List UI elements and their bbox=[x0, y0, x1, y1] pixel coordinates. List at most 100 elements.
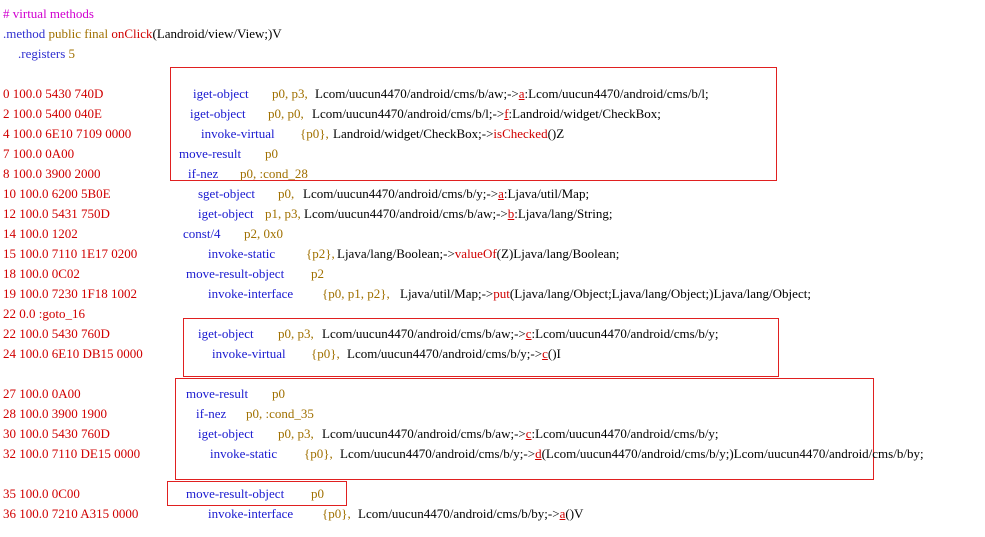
owner-type: Lcom/uucun4470/android/cms/b/y;-> bbox=[340, 446, 536, 461]
instruction-address: 35 100.0 0C00 bbox=[3, 486, 80, 501]
member-descriptor: :Landroid/widget/CheckBox; bbox=[508, 106, 661, 121]
registers-declaration: .registers 5 bbox=[18, 46, 75, 62]
method-declaration: .method public final onClick(Landroid/vi… bbox=[3, 26, 282, 42]
member-descriptor: (Z)Ljava/lang/Boolean; bbox=[496, 246, 620, 261]
member-descriptor: ()V bbox=[565, 506, 584, 521]
member-name: put bbox=[493, 286, 510, 301]
member-descriptor: (Ljava/lang/Object;Ljava/lang/Object;)Lj… bbox=[509, 286, 811, 301]
member-descriptor: ()I bbox=[547, 346, 561, 361]
instruction-address: 12 100.0 5431 750D bbox=[3, 206, 110, 221]
operand-registers: {p0, p1, p2}, bbox=[322, 286, 390, 301]
owner-type: Ljava/util/Map;-> bbox=[400, 286, 494, 301]
owner-type: Lcom/uucun4470/android/cms/b/y;-> bbox=[347, 346, 543, 361]
instruction-address: 4 100.0 6E10 7109 0000 bbox=[3, 126, 132, 141]
operand-registers: p0 bbox=[265, 146, 278, 161]
opcode: iget-object bbox=[198, 206, 254, 221]
method-name: onClick bbox=[111, 26, 153, 41]
owner-type: Lcom/uucun4470/android/cms/b/aw;-> bbox=[315, 86, 519, 101]
instruction-address: 36 100.0 7210 A315 0000 bbox=[3, 506, 139, 521]
instruction-address: 32 100.0 7110 DE15 0000 bbox=[3, 446, 141, 461]
member-descriptor: :Ljava/util/Map; bbox=[503, 186, 590, 201]
operand-registers: p0, p3, bbox=[278, 426, 314, 441]
instruction-address: 7 100.0 0A00 bbox=[3, 146, 75, 161]
instruction-address: 24 100.0 6E10 DB15 0000 bbox=[3, 346, 143, 361]
member-reference: Ljava/lang/Boolean;->valueOf(Z)Ljava/lan… bbox=[337, 246, 619, 262]
instruction-address: 2 100.0 5400 040E bbox=[3, 106, 102, 121]
operand-registers: p1, p3, bbox=[265, 206, 301, 221]
operand-registers: {p0}, bbox=[322, 506, 351, 521]
operand-registers: p0, p3, bbox=[272, 86, 308, 101]
owner-type: Lcom/uucun4470/android/cms/b/l;-> bbox=[312, 106, 505, 121]
member-reference: Lcom/uucun4470/android/cms/b/aw;->a:Lcom… bbox=[315, 86, 709, 102]
opcode: invoke-interface bbox=[208, 506, 294, 521]
opcode: invoke-interface bbox=[208, 286, 294, 301]
opcode: sget-object bbox=[198, 186, 256, 201]
member-reference: Lcom/uucun4470/android/cms/b/by;->a()V bbox=[358, 506, 583, 522]
member-reference: Lcom/uucun4470/android/cms/b/y;->c()I bbox=[347, 346, 561, 362]
section-comment: # virtual methods bbox=[3, 6, 94, 22]
instruction-address: 8 100.0 3900 2000 bbox=[3, 166, 101, 181]
member-reference: Ljava/util/Map;->put(Ljava/lang/Object;L… bbox=[400, 286, 811, 302]
instruction-address: 22 0.0 :goto_16 bbox=[3, 306, 85, 321]
instruction-address: 27 100.0 0A00 bbox=[3, 386, 81, 401]
opcode: invoke-static bbox=[208, 246, 276, 261]
owner-type: Lcom/uucun4470/android/cms/b/aw;-> bbox=[322, 326, 526, 341]
operand-registers: p2 bbox=[311, 266, 324, 281]
opcode: move-result bbox=[179, 146, 242, 161]
operand-registers: p0, bbox=[278, 186, 295, 201]
operand-registers: p0, p0, bbox=[268, 106, 304, 121]
opcode: move-result-object bbox=[186, 486, 285, 501]
member-reference: Lcom/uucun4470/android/cms/b/l;->f:Landr… bbox=[312, 106, 661, 122]
owner-type: Landroid/widget/CheckBox;-> bbox=[333, 126, 494, 141]
operand-registers: {p0}, bbox=[304, 446, 333, 461]
instruction-address: 28 100.0 3900 1900 bbox=[3, 406, 107, 421]
opcode: if-nez bbox=[196, 406, 227, 421]
owner-type: Lcom/uucun4470/android/cms/b/aw;-> bbox=[322, 426, 526, 441]
opcode: invoke-virtual bbox=[201, 126, 275, 141]
opcode: invoke-virtual bbox=[212, 346, 286, 361]
instruction-address: 22 100.0 5430 760D bbox=[3, 326, 110, 341]
member-descriptor: :Lcom/uucun4470/android/cms/b/y; bbox=[531, 326, 719, 341]
opcode: iget-object bbox=[193, 86, 249, 101]
opcode: if-nez bbox=[188, 166, 219, 181]
operand-registers: {p2}, bbox=[306, 246, 335, 261]
member-reference: Lcom/uucun4470/android/cms/b/aw;->c:Lcom… bbox=[322, 426, 719, 442]
instruction-address: 30 100.0 5430 760D bbox=[3, 426, 110, 441]
operand-registers: p0 bbox=[311, 486, 324, 501]
member-reference: Lcom/uucun4470/android/cms/b/y;->d(Lcom/… bbox=[340, 446, 924, 462]
member-descriptor: :Lcom/uucun4470/android/cms/b/y; bbox=[531, 426, 719, 441]
method-modifiers: public final bbox=[48, 26, 109, 41]
member-reference: Lcom/uucun4470/android/cms/b/aw;->b:Ljav… bbox=[304, 206, 612, 222]
operand-registers: p0 bbox=[272, 386, 285, 401]
member-reference: Lcom/uucun4470/android/cms/b/y;->a:Ljava… bbox=[303, 186, 589, 202]
operand-registers: {p0}, bbox=[300, 126, 329, 141]
opcode: invoke-static bbox=[210, 446, 278, 461]
member-descriptor: ()Z bbox=[547, 126, 565, 141]
opcode: iget-object bbox=[190, 106, 246, 121]
owner-type: Lcom/uucun4470/android/cms/b/y;-> bbox=[303, 186, 499, 201]
instruction-address: 19 100.0 7230 1F18 1002 bbox=[3, 286, 137, 301]
member-descriptor: (Lcom/uucun4470/android/cms/b/y;)Lcom/uu… bbox=[541, 446, 924, 461]
highlight-box-1 bbox=[170, 67, 777, 181]
operand-registers: p0, p3, bbox=[278, 326, 314, 341]
instruction-address: 0 100.0 5430 740D bbox=[3, 86, 104, 101]
method-keyword: .method bbox=[3, 26, 46, 41]
member-name: valueOf bbox=[454, 246, 497, 261]
operand-registers: {p0}, bbox=[311, 346, 340, 361]
instruction-address: 10 100.0 6200 5B0E bbox=[3, 186, 111, 201]
member-reference: Landroid/widget/CheckBox;->isChecked()Z bbox=[333, 126, 564, 142]
operand-registers: p0, :cond_35 bbox=[246, 406, 314, 421]
member-name: isChecked bbox=[493, 126, 548, 141]
operand-registers: p0, :cond_28 bbox=[240, 166, 308, 181]
opcode: const/4 bbox=[183, 226, 221, 241]
registers-keyword: .registers bbox=[18, 46, 66, 61]
comment-text: # virtual methods bbox=[3, 6, 94, 21]
opcode: move-result bbox=[186, 386, 249, 401]
owner-type: Lcom/uucun4470/android/cms/b/by;-> bbox=[358, 506, 560, 521]
instruction-address: 15 100.0 7110 1E17 0200 bbox=[3, 246, 138, 261]
instruction-address: 14 100.0 1202 bbox=[3, 226, 78, 241]
opcode: iget-object bbox=[198, 426, 254, 441]
instruction-address: 18 100.0 0C02 bbox=[3, 266, 80, 281]
member-descriptor: :Lcom/uucun4470/android/cms/b/l; bbox=[524, 86, 709, 101]
method-signature: (Landroid/view/View;)V bbox=[152, 26, 282, 41]
